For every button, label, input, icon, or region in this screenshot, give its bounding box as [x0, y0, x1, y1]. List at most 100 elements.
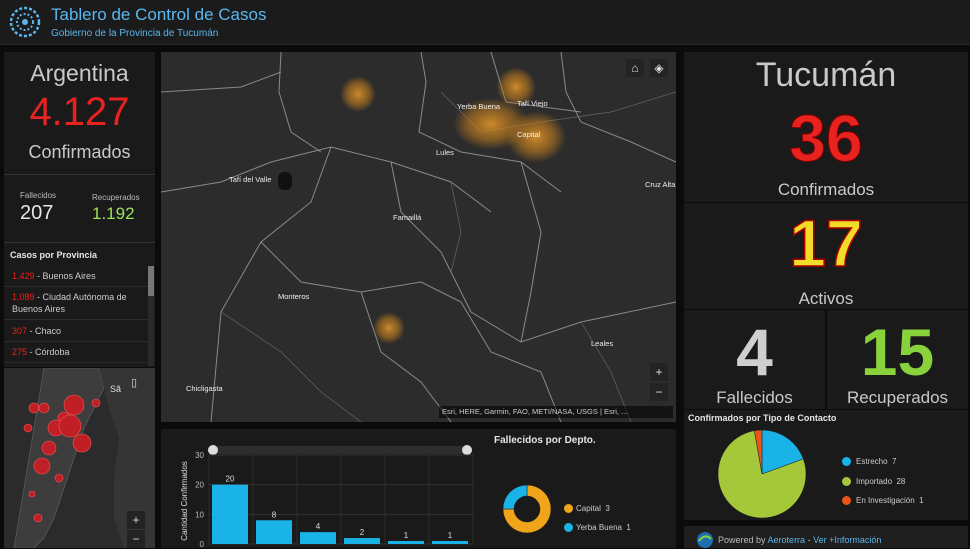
app-title: Tablero de Control de Casos: [51, 5, 267, 24]
bar: [300, 532, 336, 544]
range-slider-handle: [462, 445, 472, 455]
province-count: 307: [12, 326, 28, 336]
contact-pie-chart: [717, 429, 807, 519]
tucuman-confirmed-label: Confirmados: [777, 180, 875, 199]
tucuman-panel: Tucumán 36 Confirmados: [684, 52, 968, 202]
footer: Powered by Aeroterra - Ver +Información: [684, 526, 968, 548]
legend-entry: Yerba Buena 1: [576, 523, 631, 532]
bookmark-icon[interactable]: ▯: [131, 376, 145, 390]
bar-value-label: 20: [226, 475, 235, 484]
tucuman-active-count: 17: [789, 205, 864, 281]
zoom-out-button[interactable]: −: [650, 383, 668, 401]
scrollbar-thumb[interactable]: [148, 266, 154, 296]
map-label: Chicligasta: [186, 384, 223, 393]
province-count: 1.089: [12, 292, 35, 302]
layers-icon[interactable]: ◈: [650, 59, 668, 77]
map-basemap: [161, 52, 676, 422]
bar: [388, 541, 424, 544]
map-label: Yerba Buena: [457, 102, 501, 111]
more-info-link[interactable]: Ver +Información: [813, 535, 881, 545]
legend-entry: Estrecho 7: [856, 457, 897, 466]
bar-value-label: 4: [316, 522, 321, 531]
deaths-chart-title: Fallecidos por Depto.: [494, 435, 596, 446]
bar: [212, 484, 248, 544]
province-list[interactable]: 1.429 - Buenos Aires 1.089 - Ciudad Autó…: [4, 266, 149, 366]
legend-entry: Importado 28: [856, 477, 906, 486]
tucuman-confirmed-count: 36: [789, 101, 863, 176]
legend-swatch: [842, 457, 851, 466]
deaths-donut-chart: [502, 484, 552, 534]
aeroterra-link[interactable]: Aeroterra: [768, 535, 806, 545]
logo-icon: [9, 6, 41, 38]
range-slider-handle: [208, 445, 218, 455]
province-name: Córdoba: [35, 347, 70, 357]
argentina-confirmed-label: Confirmados: [28, 142, 131, 162]
map-label: Famaillá: [393, 213, 422, 222]
argentina-recovered-count: 1.192: [92, 204, 135, 223]
divider: [4, 242, 155, 243]
list-item[interactable]: 1.089 - Ciudad Autónoma de Buenos Aires: [4, 287, 149, 320]
bar-value-label: 1: [448, 531, 453, 540]
list-item[interactable]: 307 - Chaco: [4, 321, 149, 342]
zoom-out-button[interactable]: −: [127, 530, 145, 548]
tucuman-recovered-count: 15: [860, 315, 935, 389]
legend-entry: Capital 3: [576, 504, 610, 513]
bar: [344, 538, 380, 544]
map-label: Monteros: [278, 292, 310, 301]
footer-text: Powered by Aeroterra - Ver +Información: [718, 535, 881, 545]
pie-slice: [502, 484, 528, 510]
argentina-panel: Argentina 4.127 Confirmados Fallecidos 2…: [4, 52, 155, 367]
argentina-title: Argentina: [30, 60, 129, 86]
bar-value-label: 2: [360, 528, 365, 537]
tucuman-active-panel: 17 Activos: [684, 203, 968, 309]
bar-value-label: 8: [272, 510, 277, 519]
argentina-deaths-count: 207: [20, 202, 54, 224]
y-tick-label: 10: [195, 510, 204, 519]
province-name: Buenos Aires: [42, 271, 96, 281]
divider: [4, 174, 155, 175]
legend-swatch: [842, 496, 851, 505]
zoom-in-button[interactable]: +: [127, 511, 145, 529]
tucuman-title: Tucumán: [755, 56, 897, 94]
map-label: Tafí del Valle: [229, 175, 272, 184]
tucuman-recovered-label: Recuperados: [846, 388, 949, 407]
province-count: 275: [12, 347, 28, 357]
tucuman-deaths-count: 4: [736, 315, 773, 389]
y-tick-label: 0: [200, 540, 205, 548]
legend-entry: En Investigación 1: [856, 496, 924, 505]
map-attribution: Esri, HERE, Garmin, FAO, METI/NASA, USGS…: [439, 406, 673, 418]
argentina-minimap[interactable]: Sã ▯ + −: [4, 368, 155, 548]
y-tick-label: 20: [195, 481, 204, 490]
footer-prefix: Powered by: [718, 535, 766, 545]
y-tick-label: 30: [195, 451, 204, 460]
map-label: Tafí Viejo: [517, 99, 548, 108]
contact-chart-title: Confirmados por Tipo de Contacto: [688, 413, 837, 423]
legend-swatch: [842, 477, 851, 486]
argentina-recovered-label: Recuperados: [92, 193, 140, 202]
province-count: 1.429: [12, 271, 35, 281]
province-list-header: Casos por Provincia: [10, 250, 98, 260]
list-item[interactable]: 1.429 - Buenos Aires: [4, 266, 149, 287]
map-label: Lules: [436, 148, 454, 157]
footer-separator: -: [805, 535, 814, 545]
charts-panel: 0 10 20 30 Cantidad Confirmados 20 8 4 2 1 1 Falle…: [161, 429, 676, 548]
tucuman-recovered-panel: 15 Recuperados: [827, 310, 968, 409]
bar: [432, 541, 468, 544]
home-icon[interactable]: ⌂: [626, 59, 644, 77]
aeroterra-logo-icon: [697, 532, 713, 548]
argentina-deaths-label: Fallecidos: [20, 191, 57, 200]
province-name: Chaco: [35, 326, 62, 336]
app-subtitle: Gobierno de la Provincia de Tucumán: [51, 28, 219, 39]
tucuman-deaths-label: Fallecidos: [716, 388, 793, 407]
tucuman-active-label: Activos: [798, 289, 854, 308]
tucuman-map[interactable]: Tafí Viejo Yerba Buena Capital Lules Taf…: [161, 52, 676, 422]
list-item[interactable]: 275 - Córdoba: [4, 342, 149, 363]
zoom-in-button[interactable]: +: [650, 363, 668, 381]
legend-swatch: [564, 523, 573, 532]
tucuman-deaths-panel: 4 Fallecidos: [684, 310, 825, 409]
legend-swatch: [564, 504, 573, 513]
bar-value-label: 1: [404, 531, 409, 540]
map-label: Cruz Alta: [645, 180, 676, 189]
argentina-confirmed-count: 4.127: [29, 90, 130, 134]
bar-chart: 0 10 20 30 Cantidad Confirmados 20 8 4 2 1 1: [180, 445, 474, 548]
